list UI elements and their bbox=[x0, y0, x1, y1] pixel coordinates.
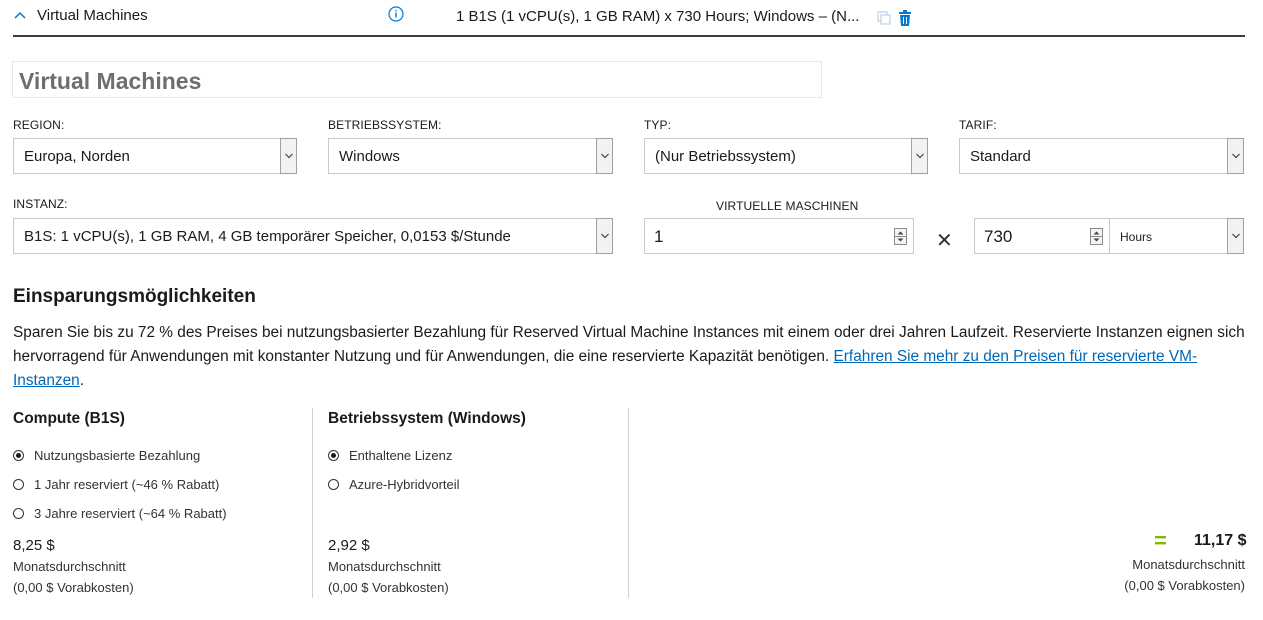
spinner[interactable] bbox=[894, 228, 907, 245]
savings-suffix: . bbox=[79, 372, 85, 389]
compute-title: Compute (B1S) bbox=[13, 410, 125, 427]
chevron-up-icon[interactable] bbox=[13, 8, 27, 22]
vm-count-value: 1 bbox=[654, 227, 664, 246]
total-upfront: (0,00 $ Vorabkosten) bbox=[1124, 578, 1245, 593]
region-select[interactable]: Europa, Norden bbox=[13, 138, 297, 174]
equals-icon: = bbox=[1154, 528, 1167, 553]
os-license-title: Betriebssystem (Windows) bbox=[328, 410, 526, 427]
chevron-down-icon[interactable] bbox=[596, 218, 613, 254]
radio-icon[interactable] bbox=[13, 450, 24, 461]
compute-option-3y[interactable]: 3 Jahre reserviert (~64 % Rabatt) bbox=[13, 506, 303, 522]
compute-price: 8,25 $ bbox=[13, 537, 55, 554]
type-select[interactable]: (Nur Betriebssystem) bbox=[644, 138, 928, 174]
os-select[interactable]: Windows bbox=[328, 138, 613, 174]
compute-option-payg[interactable]: Nutzungsbasierte Bezahlung bbox=[13, 448, 303, 464]
radio-icon[interactable] bbox=[13, 508, 24, 519]
type-label: TYP: bbox=[644, 118, 672, 132]
compute-price-note: Monatsdurchschnitt bbox=[13, 559, 126, 574]
config-summary: 1 B1S (1 vCPU(s), 1 GB RAM) x 730 Hours;… bbox=[456, 8, 860, 25]
hours-unit-value: Hours bbox=[1120, 230, 1153, 244]
info-icon[interactable] bbox=[388, 6, 404, 22]
multiply-icon: ✕ bbox=[936, 230, 953, 252]
radio-icon[interactable] bbox=[328, 479, 339, 490]
type-value: (Nur Betriebssystem) bbox=[655, 148, 796, 165]
vm-count-label: VIRTUELLE MASCHINEN bbox=[716, 199, 859, 213]
instance-value: B1S: 1 vCPU(s), 1 GB RAM, 4 GB temporäre… bbox=[24, 228, 511, 245]
instance-label: INSTANZ: bbox=[13, 197, 68, 211]
os-price: 2,92 $ bbox=[328, 537, 370, 554]
os-upfront: (0,00 $ Vorabkosten) bbox=[328, 580, 449, 595]
vm-count-input[interactable]: 1 bbox=[644, 218, 914, 254]
spin-down-icon[interactable] bbox=[897, 238, 904, 242]
savings-title: Einsparungsmöglichkeiten bbox=[13, 286, 256, 307]
chevron-down-icon[interactable] bbox=[280, 138, 297, 174]
section-header: Virtual Machines 1 B1S (1 vCPU(s), 1 GB … bbox=[0, 0, 1263, 37]
tier-select[interactable]: Standard bbox=[959, 138, 1244, 174]
hours-unit-select[interactable]: Hours bbox=[1109, 218, 1244, 254]
vm-name-input[interactable]: Virtual Machines bbox=[12, 61, 822, 98]
os-price-note: Monatsdurchschnitt bbox=[328, 559, 441, 574]
os-option-hybrid[interactable]: Azure-Hybridvorteil bbox=[328, 477, 608, 493]
spin-up-icon[interactable] bbox=[1093, 231, 1100, 235]
chevron-down-icon[interactable] bbox=[1227, 218, 1244, 254]
total-price: 11,17 $ bbox=[1194, 532, 1247, 549]
total-note: Monatsdurchschnitt bbox=[1132, 557, 1245, 572]
os-option-included[interactable]: Enthaltene Lizenz bbox=[328, 448, 608, 464]
spin-up-icon[interactable] bbox=[897, 231, 904, 235]
tier-label: TARIF: bbox=[959, 118, 997, 132]
compute-option-1y[interactable]: 1 Jahr reserviert (~46 % Rabatt) bbox=[13, 477, 303, 493]
header-divider bbox=[13, 35, 1245, 37]
chevron-down-icon[interactable] bbox=[596, 138, 613, 174]
chevron-down-icon[interactable] bbox=[1227, 138, 1244, 174]
radio-icon[interactable] bbox=[13, 479, 24, 490]
spinner[interactable] bbox=[1090, 228, 1103, 245]
tier-value: Standard bbox=[970, 148, 1031, 165]
spin-down-icon[interactable] bbox=[1093, 238, 1100, 242]
region-label: REGION: bbox=[13, 118, 65, 132]
os-label: BETRIEBSSYSTEM: bbox=[328, 118, 442, 132]
hours-input[interactable]: 730 bbox=[974, 218, 1110, 254]
savings-description: Sparen Sie bis zu 72 % des Preises bei n… bbox=[13, 321, 1253, 393]
copy-icon[interactable] bbox=[877, 11, 891, 25]
os-value: Windows bbox=[339, 148, 400, 165]
chevron-down-icon[interactable] bbox=[911, 138, 928, 174]
column-divider bbox=[312, 408, 313, 598]
trash-icon[interactable] bbox=[898, 10, 912, 26]
radio-icon[interactable] bbox=[328, 450, 339, 461]
compute-upfront: (0,00 $ Vorabkosten) bbox=[13, 580, 134, 595]
instance-select[interactable]: B1S: 1 vCPU(s), 1 GB RAM, 4 GB temporäre… bbox=[13, 218, 613, 254]
column-divider bbox=[628, 408, 629, 598]
section-title[interactable]: Virtual Machines bbox=[37, 7, 148, 24]
hours-value: 730 bbox=[984, 227, 1013, 246]
region-value: Europa, Norden bbox=[24, 148, 130, 165]
